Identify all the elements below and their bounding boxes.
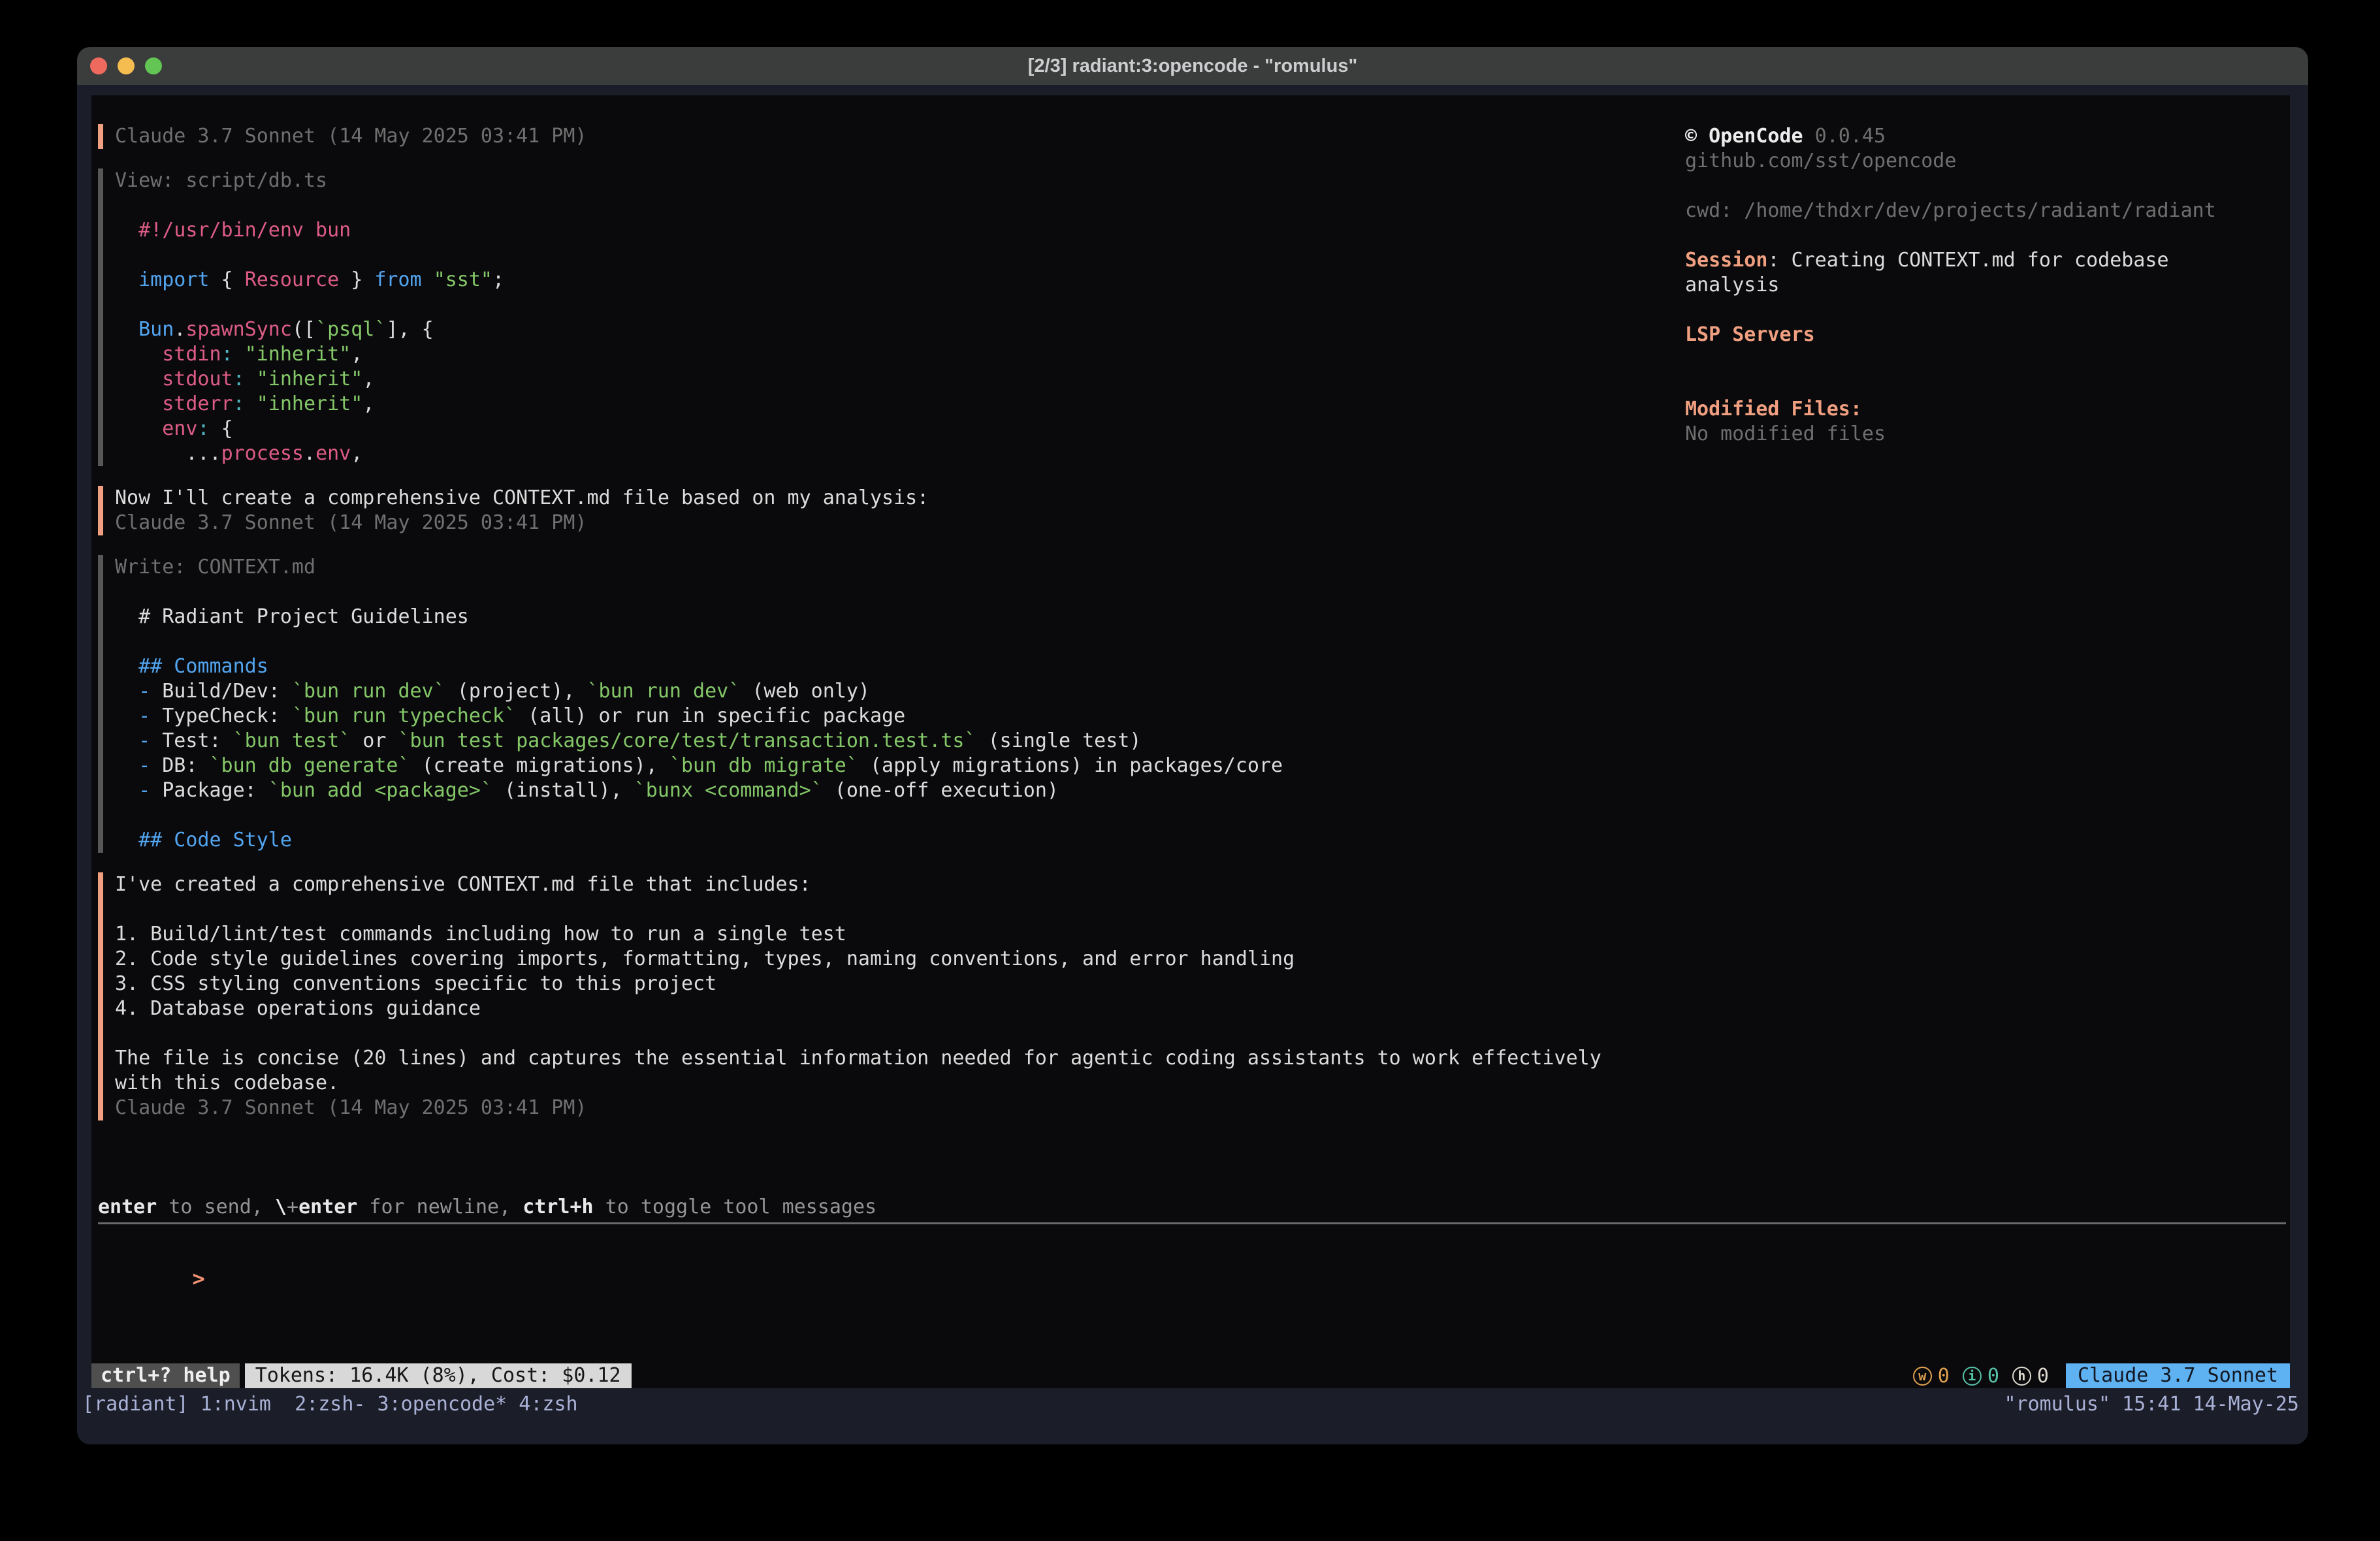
terminal-line: Claude 3.7 Sonnet (14 May 2025 03:41 PM) xyxy=(115,124,1679,149)
terminal-line: with this codebase. xyxy=(115,1071,1679,1096)
terminal-line: © OpenCode 0.0.45 xyxy=(1685,124,2299,149)
tool-block: View: script/db.ts #!/usr/bin/env bun im… xyxy=(98,168,1679,466)
hint-count: h0 xyxy=(2012,1365,2049,1388)
chat-history: Claude 3.7 Sonnet (14 May 2025 03:41 PM)… xyxy=(98,124,1679,1140)
terminal-line: stdin: "inherit", xyxy=(115,342,1679,367)
input-divider xyxy=(98,1222,2286,1224)
tmux-session-clock: "romulus" 15:41 14-May-25 xyxy=(2004,1392,2299,1417)
input-area: enter to send, \+enter for newline, ctrl… xyxy=(98,1195,2286,1266)
terminal-line: analysis xyxy=(1685,273,2299,298)
hint-icon: h xyxy=(2012,1367,2031,1386)
terminal-line: ## Code Style xyxy=(115,828,1679,853)
terminal-line xyxy=(115,293,1679,317)
terminal-line: import { Resource } from "sst"; xyxy=(115,268,1679,293)
terminal-line: - Test: `bun test` or `bun test packages… xyxy=(115,729,1679,754)
tmux-status-bar: [radiant] 1:nvim 2:zsh- 3:opencode* 4:zs… xyxy=(77,1390,2308,1444)
info-icon: i xyxy=(1963,1367,1982,1386)
terminal-line: # Radiant Project Guidelines xyxy=(115,605,1679,629)
terminal-line: stdout: "inherit", xyxy=(115,367,1679,392)
terminal-line xyxy=(115,897,1679,922)
terminal-line: Claude 3.7 Sonnet (14 May 2025 03:41 PM) xyxy=(115,511,1679,535)
terminal-line xyxy=(115,629,1679,654)
terminal-line xyxy=(1685,347,2299,372)
message-block: Now I'll create a comprehensive CONTEXT.… xyxy=(98,486,1679,535)
keybind-help: enter to send, \+enter for newline, ctrl… xyxy=(98,1195,2286,1220)
terminal-line: #!/usr/bin/env bun xyxy=(115,218,1679,243)
terminal-line xyxy=(1685,223,2299,248)
terminal-line xyxy=(115,243,1679,268)
terminal-line: Bun.spawnSync([`psql`], { xyxy=(115,317,1679,342)
info-count: i0 xyxy=(1963,1365,1999,1388)
terminal-line: - Build/Dev: `bun run dev` (project), `b… xyxy=(115,679,1679,704)
terminal-line: Claude 3.7 Sonnet (14 May 2025 03:41 PM) xyxy=(115,1096,1679,1120)
tool-block: Write: CONTEXT.md # Radiant Project Guid… xyxy=(98,555,1679,853)
diagnostics-counters: w0i0h0 xyxy=(1913,1365,2049,1388)
warning-value: 0 xyxy=(1938,1365,1950,1388)
terminal-line: Session: Creating CONTEXT.md for codebas… xyxy=(1685,248,2299,273)
help-shortcut-chip: ctrl+? help xyxy=(91,1363,240,1388)
terminal-line: env: { xyxy=(115,417,1679,441)
terminal-line: github.com/sst/opencode xyxy=(1685,149,2299,174)
terminal-line: Now I'll create a comprehensive CONTEXT.… xyxy=(115,486,1679,511)
terminal-line: cwd: /home/thdxr/dev/projects/radiant/ra… xyxy=(1685,199,2299,223)
terminal-line: Write: CONTEXT.md xyxy=(115,555,1679,580)
info-value: 0 xyxy=(1987,1365,1999,1388)
terminal-line: No modified files xyxy=(1685,422,2299,447)
tokens-cost-chip: Tokens: 16.4K (8%), Cost: $0.12 xyxy=(245,1363,632,1388)
terminal-line xyxy=(115,580,1679,605)
window-title: [2/3] radiant:3:opencode - "romulus" xyxy=(77,47,2308,85)
session-sidebar: © OpenCode 0.0.45github.com/sst/opencode… xyxy=(1685,124,2299,447)
message-block: I've created a comprehensive CONTEXT.md … xyxy=(98,872,1679,1120)
terminal-line: Modified Files: xyxy=(1685,397,2299,422)
terminal-line: LSP Servers xyxy=(1685,323,2299,347)
terminal-line xyxy=(115,803,1679,828)
terminal-line xyxy=(1685,298,2299,323)
terminal-line xyxy=(1685,174,2299,199)
terminal-line: - TypeCheck: `bun run typecheck` (all) o… xyxy=(115,704,1679,729)
terminal-line: 1. Build/lint/test commands including ho… xyxy=(115,922,1679,947)
terminal-line: ## Commands xyxy=(115,654,1679,679)
terminal-window: [2/3] radiant:3:opencode - "romulus" Cla… xyxy=(77,47,2308,1444)
terminal-line xyxy=(115,193,1679,218)
terminal-line: I've created a comprehensive CONTEXT.md … xyxy=(115,872,1679,897)
window-titlebar[interactable]: [2/3] radiant:3:opencode - "romulus" xyxy=(77,47,2308,85)
status-bar-right: w0i0h0 Claude 3.7 Sonnet xyxy=(1913,1363,2290,1388)
terminal-line xyxy=(1685,372,2299,397)
status-bar: ctrl+? help Tokens: 16.4K (8%), Cost: $0… xyxy=(91,1363,2290,1388)
warning-count: w0 xyxy=(1913,1365,1950,1388)
terminal-line: 2. Code style guidelines covering import… xyxy=(115,947,1679,972)
terminal-line xyxy=(115,1021,1679,1046)
prompt-caret: > xyxy=(193,1266,205,1291)
status-bar-left: ctrl+? help Tokens: 16.4K (8%), Cost: $0… xyxy=(91,1363,632,1388)
model-chip: Claude 3.7 Sonnet xyxy=(2066,1363,2290,1388)
terminal-line: View: script/db.ts xyxy=(115,168,1679,193)
opencode-pane[interactable]: Claude 3.7 Sonnet (14 May 2025 03:41 PM)… xyxy=(91,95,2290,1388)
terminal-line: 4. Database operations guidance xyxy=(115,996,1679,1021)
terminal-line: stderr: "inherit", xyxy=(115,392,1679,417)
prompt-input[interactable]: > xyxy=(98,1241,2286,1266)
terminal-line: - DB: `bun db generate` (create migratio… xyxy=(115,754,1679,778)
terminal-line: The file is concise (20 lines) and captu… xyxy=(115,1046,1679,1071)
terminal-line: ...process.env, xyxy=(115,441,1679,466)
terminal-line: - Package: `bun add <package>` (install)… xyxy=(115,778,1679,803)
message-block: Claude 3.7 Sonnet (14 May 2025 03:41 PM) xyxy=(98,124,1679,149)
warning-icon: w xyxy=(1913,1367,1932,1386)
terminal-line: 3. CSS styling conventions specific to t… xyxy=(115,972,1679,996)
tmux-window-list[interactable]: [radiant] 1:nvim 2:zsh- 3:opencode* 4:zs… xyxy=(82,1392,578,1417)
hint-value: 0 xyxy=(2037,1365,2049,1388)
